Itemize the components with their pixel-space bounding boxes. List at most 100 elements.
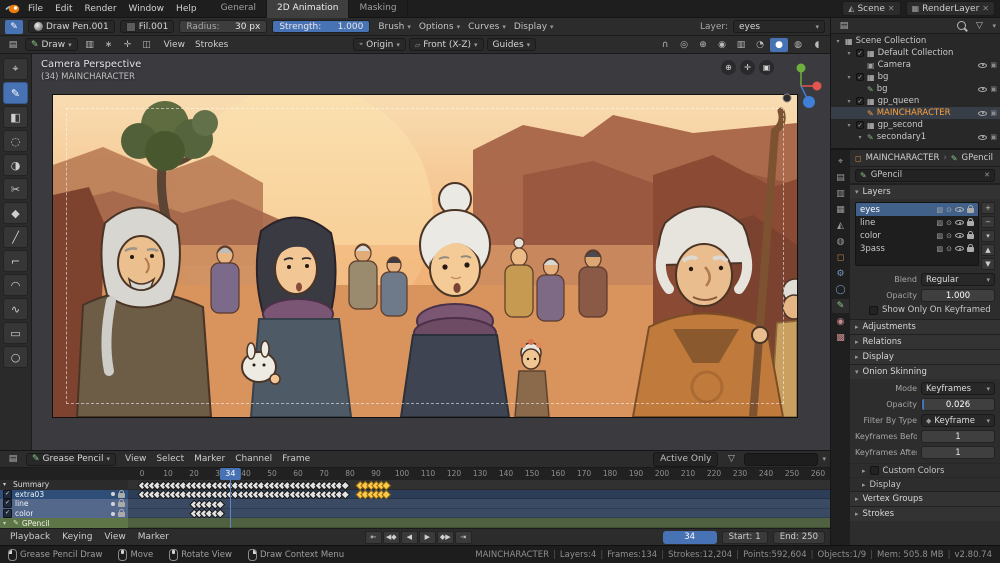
tab-material[interactable]: ◉ [832, 315, 849, 329]
outliner-row-gp-second[interactable]: ▾✓▦gp_second [831, 119, 1000, 131]
subpanel-display[interactable]: ▸Display [850, 477, 1000, 491]
outliner-row-scene-collection[interactable]: ▾▦Scene Collection [831, 35, 1000, 47]
breadcrumb-data[interactable]: GPencil [962, 153, 993, 163]
tab-object[interactable]: ◻ [832, 251, 849, 265]
layer-row-color[interactable]: color▨⊙ [856, 229, 978, 242]
hide-in-viewport-icon[interactable] [978, 134, 987, 141]
custom-colors-checkbox[interactable] [870, 466, 879, 475]
blender-logo-icon[interactable] [5, 3, 20, 14]
channel-gpencil[interactable]: ▾✎GPencil [0, 518, 128, 528]
channel-color[interactable]: ✓color [0, 509, 128, 519]
mask-icon[interactable]: ▨ [937, 219, 944, 227]
jump-to-start-button[interactable]: ⇤ [365, 531, 382, 544]
falloff-icon[interactable]: ◫ [138, 38, 156, 52]
tab-world[interactable]: ◍ [832, 235, 849, 249]
workspace-tab-general[interactable]: General [211, 0, 267, 18]
show-only-on-keyframed-checkbox[interactable] [869, 306, 878, 315]
collection-checkbox[interactable]: ✓ [856, 49, 864, 57]
playback-menu-marker[interactable]: Marker [133, 532, 174, 542]
box-tool[interactable]: ▭ [3, 322, 28, 344]
outliner-row-camera[interactable]: ▣Camera▣ [831, 59, 1000, 71]
dopesheet-menu-view[interactable]: View [120, 454, 151, 464]
move-layer-down-button[interactable]: ▼ [981, 258, 995, 270]
next-keyframe-button[interactable]: ◆▶ [437, 531, 454, 544]
dopesheet-menu-frame[interactable]: Frame [277, 454, 315, 464]
opacity-slider[interactable]: 0.026 [921, 398, 995, 411]
outliner-row-default-collection[interactable]: ▾✓▦Default Collection [831, 47, 1000, 59]
shading-solid-icon[interactable]: ● [770, 38, 788, 52]
xray-icon[interactable]: ▥ [732, 38, 750, 52]
subpanel-custom-colors[interactable]: ▸Custom Colors [850, 463, 1000, 477]
active-layer-dropdown[interactable]: eyes ▾ [733, 20, 825, 33]
menu-window[interactable]: Window [123, 0, 171, 18]
keyframe[interactable] [383, 482, 389, 488]
channel-summary[interactable]: ▾Summary [0, 480, 128, 490]
keyframes-before-field[interactable]: 1 [921, 430, 995, 443]
play-reverse-button[interactable]: ◀ [401, 531, 418, 544]
tab-tool[interactable]: ⌖ [832, 155, 849, 169]
jump-to-end-button[interactable]: ⇥ [455, 531, 472, 544]
mask-icon[interactable]: ▨ [937, 206, 944, 214]
frame-start-field[interactable]: Start: 1 [722, 531, 768, 544]
lock-icon[interactable] [967, 205, 974, 214]
tab-modifiers[interactable]: ⚙ [832, 267, 849, 281]
keyframe[interactable] [217, 501, 223, 507]
keyframe[interactable] [342, 491, 348, 497]
frame-end-field[interactable]: End: 250 [773, 531, 825, 544]
onion-skin-icon[interactable]: ⊙ [946, 206, 952, 214]
panel-vertex-groups[interactable]: ▸Vertex Groups [850, 491, 1000, 506]
current-frame-badge[interactable]: 34 [220, 468, 240, 480]
cursor-tool[interactable]: ⌖ [3, 58, 28, 80]
overlays-icon[interactable]: ◉ [713, 38, 731, 52]
polyline-tool[interactable]: ⌐ [3, 250, 28, 272]
collection-checkbox[interactable]: ✓ [856, 73, 864, 81]
filter-by-type-dropdown[interactable]: ◆Keyframe▾ [921, 414, 995, 427]
layer-row-line[interactable]: line▨⊙ [856, 216, 978, 229]
tab-object-data[interactable]: ✎ [832, 299, 849, 313]
layer-specials-button[interactable]: ▾ [981, 230, 995, 242]
search-icon[interactable] [957, 21, 966, 30]
panel-relations[interactable]: ▸Relations [850, 334, 1000, 349]
dopesheet-body[interactable]: 0102030405060708090100110120130140150160… [0, 468, 830, 528]
layer-row-eyes[interactable]: eyes▨⊙ [856, 203, 978, 216]
snap-magnet-icon[interactable]: ∩ [656, 38, 674, 52]
navigation-gizmo[interactable] [778, 58, 824, 114]
lock-icon[interactable] [118, 509, 125, 518]
eye-icon[interactable] [955, 232, 964, 239]
outliner-row-secondary1[interactable]: ▾✎secondary1▣ [831, 131, 1000, 143]
panel-adjustments[interactable]: ▸Adjustments [850, 319, 1000, 334]
playback-menu-keying[interactable]: Keying [57, 532, 97, 542]
keyframe[interactable] [342, 482, 348, 488]
fill-tool[interactable]: ◧ [3, 106, 28, 128]
current-frame-field[interactable]: 34 [663, 531, 717, 544]
datablock-selector[interactable]: ✎ GPencil ✕ [855, 169, 995, 182]
onion-skin-icon[interactable]: ⊙ [946, 219, 952, 227]
editor-type-icon[interactable]: ▤ [835, 19, 853, 33]
orientation-dropdown[interactable]: ▱ Front (X-Z) ▾ [409, 38, 484, 51]
multiframe-icon[interactable]: ▥ [81, 38, 99, 52]
unlink-view-layer-icon[interactable]: ✕ [982, 4, 989, 13]
disable-in-renders-icon[interactable]: ▣ [990, 61, 997, 69]
blend-mode-dropdown[interactable]: Regular ▾ [921, 273, 995, 286]
draw-tool[interactable]: ✎ [3, 82, 28, 104]
add-layer-button[interactable]: + [981, 202, 995, 214]
dopesheet-menu-marker[interactable]: Marker [189, 454, 230, 464]
viewport-menu-strokes[interactable]: Strokes [190, 40, 233, 50]
menu-help[interactable]: Help [170, 0, 203, 18]
radius-slider[interactable]: Radius: 30 px [179, 20, 267, 33]
channel-extra03[interactable]: ✓extra03 [0, 490, 128, 500]
curve-tool[interactable]: ∿ [3, 298, 28, 320]
dopesheet-menu-select[interactable]: Select [151, 454, 189, 464]
active-tool-icon[interactable]: ✎ [5, 20, 23, 34]
shading-wireframe-icon[interactable]: ◔ [751, 38, 769, 52]
eyedropper-tool[interactable]: ◆ [3, 202, 28, 224]
workspace-tab-2d-animation[interactable]: 2D Animation [267, 0, 349, 18]
circle-tool[interactable]: ○ [3, 346, 28, 368]
outliner-row-maincharacter[interactable]: ✎MAINCHARACTER▣ [831, 107, 1000, 119]
zoom-icon[interactable]: ⊕ [721, 60, 736, 75]
previous-keyframe-button[interactable]: ◀◆ [383, 531, 400, 544]
menu-render[interactable]: Render [79, 0, 123, 18]
camera-view-icon[interactable]: ▣ [759, 60, 774, 75]
tint-tool[interactable]: ◑ [3, 154, 28, 176]
menu-file[interactable]: File [22, 0, 49, 18]
